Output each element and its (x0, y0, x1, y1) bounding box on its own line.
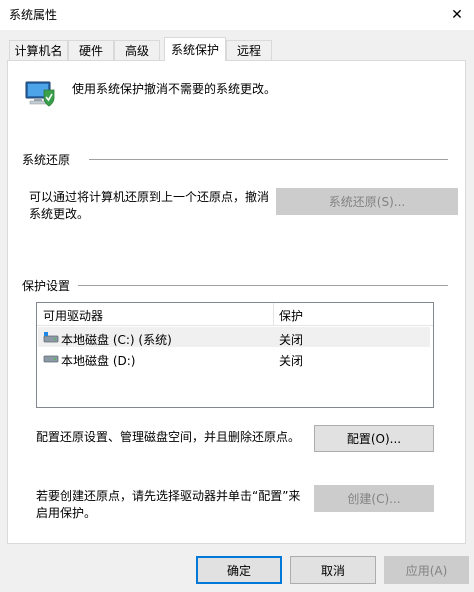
title-bar (0, 0, 474, 30)
section-divider (78, 285, 448, 286)
cancel-button[interactable]: 取消 (290, 556, 376, 584)
cancel-label: 取消 (320, 563, 345, 578)
apply-button[interactable]: 应用(A) (384, 556, 469, 584)
window-title: 系统属性 (9, 8, 58, 22)
header-description: 使用系统保护撤消不需要的系统更改。 (72, 82, 277, 96)
system-restore-label: 系统还原(S)... (328, 195, 406, 209)
drive-name-c: 本地磁盘 (C:) (系统) (61, 333, 172, 347)
restore-text-line1: 可以通过将计算机还原到上一个还原点，撤消 (29, 190, 270, 204)
apply-label: 应用(A) (405, 563, 448, 578)
configure-label: 配置(O)... (346, 432, 402, 446)
tab-label: 高级 (124, 44, 149, 58)
tab-advanced[interactable]: 高级 (114, 40, 160, 60)
system-restore-button[interactable]: 系统还原(S)... (276, 188, 458, 215)
system-drive-icon (43, 331, 59, 343)
restore-text-line2: 系统更改。 (29, 207, 90, 221)
drive-status-d: 关闭 (279, 354, 304, 368)
tab-hardware[interactable]: 硬件 (68, 40, 114, 60)
tab-computer-name[interactable]: 计算机名 (9, 40, 68, 60)
column-header-protection[interactable]: 保护 (279, 307, 303, 324)
close-icon: ✕ (451, 7, 463, 23)
ok-button[interactable]: 确定 (196, 556, 282, 584)
config-text: 配置还原设置、管理磁盘空间，并且删除还原点。 (36, 430, 301, 444)
tab-system-protection[interactable]: 系统保护 (164, 37, 226, 61)
create-text-line1: 若要创建还原点，请先选择驱动器并单击“配置”来 (36, 489, 301, 503)
tab-label: 硬件 (78, 44, 103, 58)
section-divider (89, 159, 448, 160)
tab-remote[interactable]: 远程 (226, 40, 272, 60)
column-header-drives[interactable]: 可用驱动器 (43, 307, 103, 324)
tab-label: 远程 (236, 44, 261, 58)
column-separator[interactable] (273, 303, 274, 325)
create-button[interactable]: 创建(C)... (314, 485, 434, 512)
create-text-line2: 启用保护。 (36, 506, 97, 520)
tab-label: 计算机名 (14, 44, 63, 58)
tab-label: 系统保护 (170, 43, 219, 57)
drive-name-d: 本地磁盘 (D:) (61, 354, 136, 368)
close-button[interactable]: ✕ (440, 0, 474, 30)
section-title-restore: 系统还原 (22, 153, 71, 167)
section-title-protection: 保护设置 (22, 279, 71, 293)
system-protection-icon (22, 76, 56, 110)
drive-icon (43, 353, 59, 363)
drive-status-c: 关闭 (279, 333, 304, 347)
ok-label: 确定 (226, 563, 251, 578)
create-label: 创建(C)... (347, 492, 401, 506)
configure-button[interactable]: 配置(O)... (314, 425, 434, 452)
